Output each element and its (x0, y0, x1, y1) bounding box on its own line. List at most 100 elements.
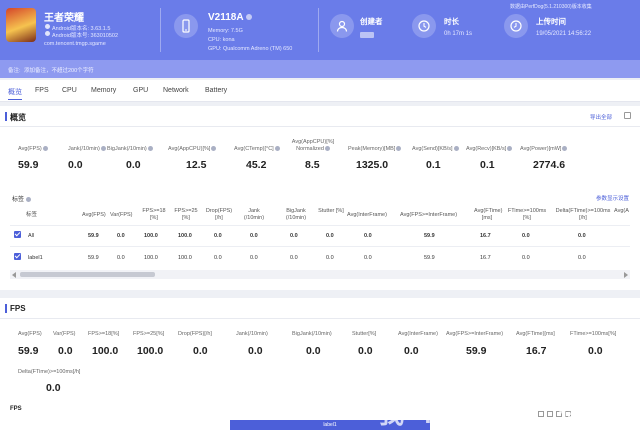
creator-value-redacted (360, 32, 374, 38)
table-cell: 0.0 (364, 255, 372, 261)
metric-label: Avg(AppCPU)[%] Normalized (291, 139, 335, 152)
metric-value: 0.0 (46, 382, 61, 394)
table-cell: 0.0 (117, 233, 125, 239)
metric-value: 0.0 (306, 345, 321, 357)
fps-chart-title: FPS (10, 406, 22, 412)
device-name: V2118A (208, 12, 252, 23)
metric-label: FTime>=100ms[%] (570, 331, 617, 337)
table-header: Drop(FPS) [/h] (205, 208, 233, 221)
table-header: Avg(FPS>=InterFrame) (400, 212, 458, 218)
table-cell: 0.0 (364, 233, 372, 239)
clock-icon (412, 14, 436, 38)
table-cell: 0.0 (522, 255, 530, 261)
metric-value: 0.1 (426, 159, 441, 171)
metric-label: Avg(FPS>=InterFrame) (446, 331, 504, 337)
divider (0, 126, 640, 127)
metric-value: 0.0 (58, 345, 73, 357)
help-icon[interactable] (147, 146, 153, 152)
device-gpu: GPU: Qualcomm Adreno (TM) 650 (208, 46, 293, 52)
help-icon[interactable] (100, 146, 106, 152)
collector-version-note: 数据由PerfDog(5.1.210300)版本收集 (510, 4, 592, 10)
help-icon[interactable] (396, 146, 402, 152)
tab-bar: 概览 FPS CPU Memory GPU Network Battery (0, 80, 640, 102)
scroll-left-icon[interactable] (12, 272, 16, 278)
divider (0, 318, 640, 319)
android-version-code: Android版本号: 363010502 (45, 31, 118, 39)
user-icon (330, 14, 354, 38)
help-icon[interactable] (562, 146, 568, 152)
perfdog-report-page: 王者荣耀 Android版本名: 3.63.1.5 Android版本号: 36… (0, 0, 640, 430)
table-cell: 100.0 (178, 255, 192, 261)
metric-value: 0.0 (126, 159, 141, 171)
metric-value: 0.0 (358, 345, 373, 357)
help-icon[interactable] (507, 146, 513, 152)
tab-network[interactable]: Network (163, 87, 189, 94)
table-header: Delta(FTime)>=100ms [/h] (555, 208, 611, 221)
app-name: 王者荣耀 (44, 13, 84, 24)
metric-value: 8.5 (305, 159, 320, 171)
help-icon[interactable] (324, 146, 330, 152)
info-icon[interactable] (246, 14, 252, 21)
help-icon[interactable] (453, 146, 459, 152)
metric-label: Stutter[%] (352, 331, 377, 337)
duration-label: 时长 (444, 17, 459, 26)
metric-label: Avg(Send)[KB/s] (412, 146, 459, 153)
table-cell: 0.0 (250, 255, 258, 261)
table-cell: 100.0 (144, 233, 158, 239)
table-header: 标签 (26, 212, 38, 218)
metric-value: 100.0 (137, 345, 164, 357)
tab-memory[interactable]: Memory (91, 87, 116, 94)
help-icon[interactable] (211, 146, 217, 152)
metric-label: Avg(AppCPU)[%] (168, 146, 217, 153)
row-checkbox[interactable] (14, 253, 21, 260)
help-icon[interactable] (274, 146, 280, 152)
metric-label: Avg(Recv)[KB/s] (466, 146, 513, 153)
tab-gpu[interactable]: GPU (133, 87, 148, 94)
row-checkbox[interactable] (14, 231, 21, 238)
upload-time-label: 上传时间 (536, 17, 566, 26)
metric-value: 0.0 (248, 345, 263, 357)
metric-value: 0.1 (480, 159, 495, 171)
creator-label: 创建者 (360, 17, 383, 26)
table-cell: 0.0 (578, 255, 586, 261)
tab-cpu[interactable]: CPU (62, 87, 77, 94)
fps-header: FPS (0, 298, 640, 318)
metric-value: 100.0 (92, 345, 119, 357)
metric-label: BigJank(/10min) (292, 331, 332, 337)
metric-label: Drop(FPS)[/h] (178, 331, 212, 337)
device-memory: Memory: 7.5G (208, 28, 243, 34)
scroll-right-icon[interactable] (624, 272, 628, 278)
table-cell: 59.9 (424, 233, 435, 239)
collapse-icon[interactable] (624, 112, 631, 119)
table-cell: 0.0 (117, 255, 125, 261)
help-icon[interactable] (42, 146, 48, 152)
row-label: label1 (28, 255, 43, 261)
param-settings-link[interactable]: 参数显示设置 (596, 194, 629, 202)
export-all-link[interactable]: 导出全部 (590, 113, 612, 121)
table-header: Var(FPS) (110, 212, 133, 218)
overview-panel: 概览 导出全部 Avg(FPS) 59.9 Jank(/10min) 0.0 B… (0, 106, 640, 290)
android-icon (45, 31, 50, 36)
watermark: 我 … 哥 ・ 信 科 知 彩 (378, 399, 640, 429)
divider (160, 8, 161, 52)
metric-value: 59.9 (18, 345, 39, 357)
help-icon[interactable] (25, 196, 31, 202)
metric-value: 12.5 (186, 159, 207, 171)
scrollbar-thumb[interactable] (20, 272, 155, 277)
metric-value: 1325.0 (356, 159, 389, 171)
table-cell: 0.0 (290, 255, 298, 261)
metric-value: 0.0 (193, 345, 208, 357)
table-cell: 16.7 (480, 233, 491, 239)
tab-battery[interactable]: Battery (205, 87, 227, 94)
device-cpu: CPU: kona (208, 37, 235, 43)
table-header: Avg(FPS) (82, 212, 106, 218)
table-header: Stutter [%] (318, 208, 344, 214)
tab-fps[interactable]: FPS (35, 87, 49, 94)
tab-overview[interactable]: 概览 (8, 87, 22, 100)
metric-label: BigJank(/10min) (107, 146, 153, 153)
phone-icon (174, 14, 198, 38)
package-name: com.tencent.tmgp.sgame (44, 41, 106, 47)
labels-title: 标签 (12, 194, 31, 203)
note-input[interactable]: 添加备注，不超过200个字符 (24, 66, 94, 74)
table-cell: 100.0 (178, 233, 192, 239)
